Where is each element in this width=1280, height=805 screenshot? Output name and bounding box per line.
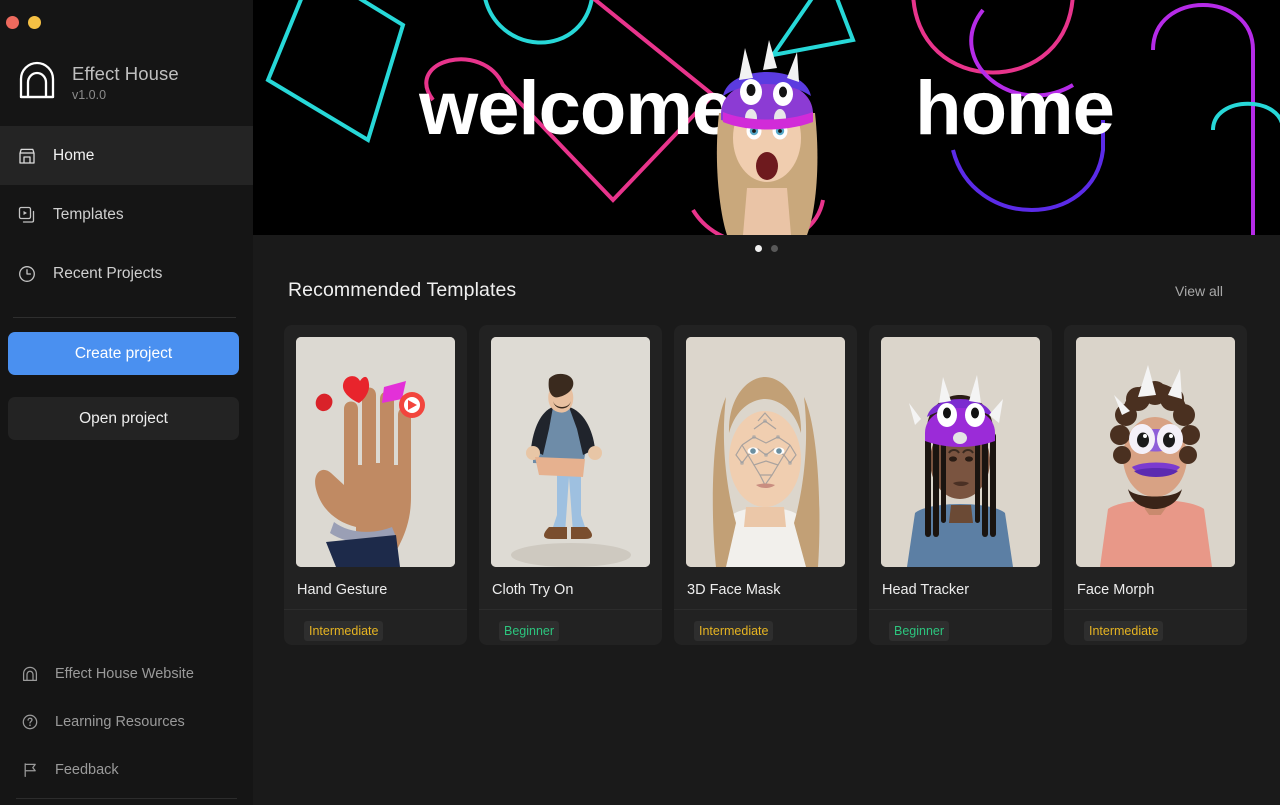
template-card-title: Head Tracker — [882, 582, 970, 598]
template-card-title: Cloth Try On — [492, 582, 574, 598]
sidebar-item-effect-house-website[interactable]: Effect House Website — [0, 650, 253, 698]
template-card[interactable]: Head Tracker Beginner — [869, 325, 1052, 645]
face-morph-thumb — [1076, 337, 1235, 567]
sidebar-item-effect-house-website-label: Effect House Website — [55, 666, 194, 682]
sidebar-item-home[interactable]: Home — [0, 126, 253, 185]
template-card-footer: Intermediate — [284, 609, 467, 641]
effect-house-logo-icon — [15, 60, 59, 104]
template-card-title: Hand Gesture — [297, 582, 388, 598]
recommended-templates-header: Recommended Templates View all — [253, 261, 1280, 302]
window-minimize-button[interactable] — [28, 15, 41, 29]
create-project-button[interactable]: Create project — [8, 332, 239, 375]
template-card-footer: Intermediate — [674, 609, 857, 641]
template-card-footer: Intermediate — [1064, 609, 1247, 641]
sidebar-nav: Home Templates Recent Projects — [0, 126, 253, 303]
sidebar-item-home-label: Home — [53, 146, 95, 164]
template-card-list: Hand Gesture Intermediate Cloth Try On B… — [253, 302, 1280, 645]
app-version: v1.0.0 — [72, 87, 107, 102]
app-name: Effect House — [72, 62, 179, 84]
app-brand: Effect House v1.0.0 — [0, 44, 253, 126]
difficulty-badge: Beginner — [889, 621, 950, 641]
template-card-footer: Beginner — [479, 609, 662, 641]
clock-icon — [17, 264, 37, 284]
sidebar-item-feedback-label: Feedback — [55, 762, 119, 778]
app-window: Effect House v1.0.0 Home Templates Recen… — [0, 0, 1280, 805]
difficulty-badge: Intermediate — [694, 621, 774, 641]
banner-headline-right: home — [915, 66, 1115, 151]
carousel-dot-1[interactable] — [755, 244, 762, 252]
welcome-banner[interactable]: welcome home — [253, 0, 1280, 235]
hero-model-image — [716, 40, 817, 235]
template-card[interactable]: Face Morph Intermediate — [1064, 325, 1247, 645]
sidebar-item-learning-resources[interactable]: Learning Resources — [0, 698, 253, 746]
window-titlebar — [0, 0, 253, 44]
sidebar: Effect House v1.0.0 Home Templates Recen… — [0, 0, 253, 805]
template-card-footer: Beginner — [869, 609, 1052, 641]
main-content: welcome home Recommended Templates View … — [253, 0, 1280, 805]
template-card[interactable]: Hand Gesture Intermediate — [284, 325, 467, 645]
effect-house-arch-icon — [21, 665, 39, 683]
banner-carousel-dots — [253, 235, 1280, 261]
sidebar-item-learning-resources-label: Learning Resources — [55, 714, 185, 730]
hand-gesture-thumb — [296, 337, 455, 567]
sidebar-divider — [13, 317, 236, 318]
sidebar-item-templates[interactable]: Templates — [0, 185, 253, 244]
difficulty-badge: Intermediate — [304, 621, 384, 641]
open-project-button[interactable]: Open project — [8, 397, 239, 440]
flag-icon — [21, 761, 39, 779]
difficulty-badge: Beginner — [499, 621, 560, 641]
window-close-button[interactable] — [6, 15, 19, 29]
face-mask-thumb — [686, 337, 845, 567]
storefront-icon — [17, 146, 37, 166]
cloth-try-on-thumb — [491, 337, 650, 567]
view-all-link[interactable]: View all — [1175, 283, 1223, 299]
template-card[interactable]: 3D Face Mask Intermediate — [674, 325, 857, 645]
question-circle-icon — [21, 713, 39, 731]
sidebar-bottom-divider — [16, 798, 237, 799]
section-title: Recommended Templates — [288, 279, 517, 301]
carousel-dot-2[interactable] — [771, 244, 778, 252]
difficulty-badge: Intermediate — [1084, 621, 1164, 641]
head-tracker-thumb — [881, 337, 1040, 567]
sidebar-item-feedback[interactable]: Feedback — [0, 746, 253, 794]
sidebar-item-recent-projects-label: Recent Projects — [53, 264, 163, 282]
sidebar-footer: Effect House Website Learning Resources — [0, 650, 253, 805]
sidebar-item-templates-label: Templates — [53, 205, 124, 223]
template-card-title: Face Morph — [1077, 582, 1155, 598]
templates-stack-icon — [17, 205, 37, 225]
sidebar-item-recent-projects[interactable]: Recent Projects — [0, 244, 253, 303]
template-card-title: 3D Face Mask — [687, 582, 781, 598]
template-card[interactable]: Cloth Try On Beginner — [479, 325, 662, 645]
